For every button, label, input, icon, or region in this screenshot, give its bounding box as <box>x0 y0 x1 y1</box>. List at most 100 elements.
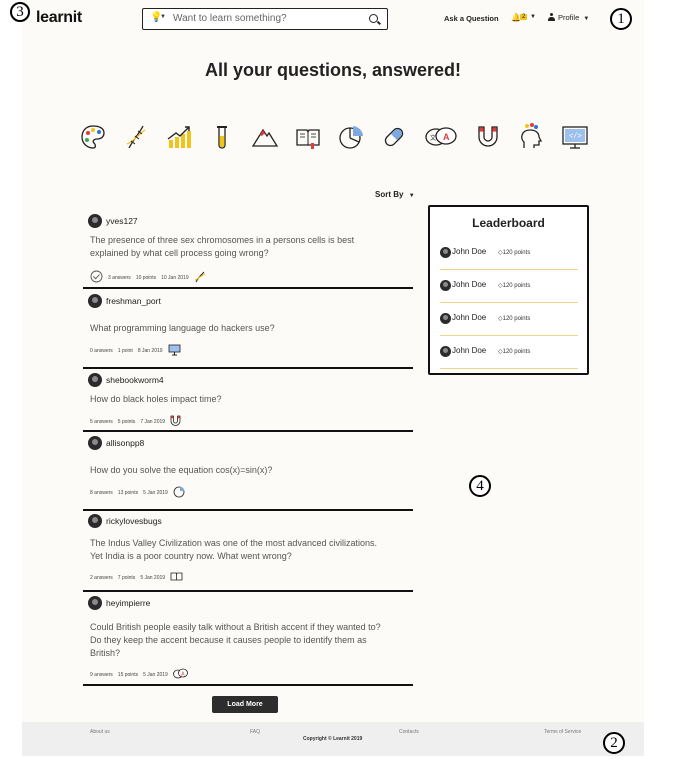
avatar[interactable] <box>88 373 102 387</box>
question-text[interactable]: What programming language do hackers use… <box>90 322 390 335</box>
question-points: 10 points <box>135 274 157 281</box>
language-bubbles-icon[interactable]: A <box>172 668 188 681</box>
leaderboard-panel: Leaderboard John Doe ◇120 points John Do… <box>428 205 589 375</box>
leaderboard-name: John Doe <box>452 346 487 355</box>
book-icon[interactable] <box>295 122 321 152</box>
chevron-down-icon[interactable]: ▼ <box>160 14 166 20</box>
question-text[interactable]: How do black holes impact time? <box>90 393 390 406</box>
computer-code-icon[interactable]: </> <box>561 122 589 152</box>
divider <box>83 509 413 511</box>
leaderboard-entry[interactable]: John Doe ◇120 points <box>440 342 578 375</box>
footer: About us FAQ Copyright © Learnit 2019 Co… <box>22 722 644 756</box>
answered-check-icon <box>90 270 103 285</box>
footer-about-link[interactable]: About us <box>90 729 110 735</box>
logo[interactable]: learnit <box>36 9 82 27</box>
question-username[interactable]: heyimpierre <box>106 598 150 608</box>
annotation-marker: 1 <box>610 8 632 30</box>
footer-faq-link[interactable]: FAQ <box>250 729 260 735</box>
leaderboard-name: John Doe <box>452 247 487 256</box>
footer-contacts-link[interactable]: Contacts <box>399 729 419 735</box>
question-username[interactable]: rickylovesbugs <box>106 516 162 526</box>
svg-text:文: 文 <box>430 134 436 142</box>
annotation-marker: 4 <box>469 475 491 497</box>
question-meta: 0 answers 1 point 8 Jan 2019 <box>90 344 186 358</box>
language-bubbles-icon[interactable]: A文 <box>424 122 458 152</box>
question-date: 10 Jan 2019 <box>161 274 189 281</box>
sort-dropdown[interactable]: Sort By ▼ <box>375 190 415 199</box>
question-text[interactable]: The Indus Valley Civilization was one of… <box>90 537 390 563</box>
palette-icon[interactable] <box>80 122 106 152</box>
question-date: 5 Jan 2019 <box>143 671 168 678</box>
search-icon[interactable] <box>369 14 378 23</box>
question-points: 13 points <box>117 490 139 497</box>
question-meta: 5 answers 5 points 7 Jan 2019 <box>90 415 186 429</box>
question-text[interactable]: The presence of three sex chromosomes in… <box>90 234 390 260</box>
question-username[interactable]: allisonpp8 <box>106 438 144 448</box>
question-points: 15 points <box>117 671 139 678</box>
chart-growth-icon[interactable] <box>166 122 192 152</box>
question-answers: 5 answers <box>90 419 113 426</box>
magnet-icon[interactable] <box>475 122 501 152</box>
leaderboard-points: ◇120 points <box>498 316 531 322</box>
question-username[interactable]: freshman_port <box>106 296 161 306</box>
profile-label: Profile <box>558 13 580 22</box>
question-answers: 9 answers <box>90 671 113 678</box>
magnet-icon[interactable] <box>170 415 181 429</box>
avatar <box>440 313 451 324</box>
pie-chart-icon[interactable] <box>173 486 185 500</box>
leaderboard-points: ◇120 points <box>498 250 531 256</box>
leaderboard-title: Leaderboard <box>472 216 545 230</box>
pill-icon[interactable] <box>381 122 407 152</box>
avatar[interactable] <box>88 436 102 450</box>
divider <box>83 367 413 369</box>
ask-question-link[interactable]: Ask a Question <box>444 14 499 23</box>
question-answers: 0 answers <box>90 348 113 355</box>
avatar[interactable] <box>88 514 102 528</box>
question-date: 7 Jan 2019 <box>140 419 166 426</box>
footer-terms-link[interactable]: Terms of Service <box>544 729 581 735</box>
divider <box>440 269 578 270</box>
sort-label: Sort By <box>375 190 404 199</box>
load-more-button[interactable]: Load More <box>212 696 278 713</box>
leaderboard-entry[interactable]: John Doe ◇120 points <box>440 309 578 342</box>
profile-menu[interactable]: Profile ▼ <box>548 13 589 22</box>
leaderboard-points: ◇120 points <box>498 283 531 289</box>
divider <box>83 590 413 592</box>
head-gears-icon[interactable] <box>518 122 544 152</box>
dna-icon[interactable] <box>123 122 149 152</box>
annotation-marker: 2 <box>603 732 625 754</box>
leaderboard-name: John Doe <box>452 313 487 322</box>
question-meta: 2 answers 7 points 5 Jan 2019 <box>90 571 188 584</box>
notification-badge[interactable]: 2 <box>520 14 528 20</box>
question-answers: 8 answers <box>90 490 113 497</box>
chevron-down-icon: ▼ <box>408 193 415 199</box>
question-text[interactable]: Could British people easily talk without… <box>90 621 390 660</box>
dna-icon[interactable] <box>194 271 206 285</box>
question-points: 1 point <box>117 348 133 355</box>
question-meta: 3 answers 10 points 10 Jan 2019 <box>90 270 211 285</box>
question-username[interactable]: yves127 <box>106 216 138 226</box>
avatar[interactable] <box>88 596 102 610</box>
mountain-icon[interactable] <box>251 122 279 152</box>
divider <box>83 684 413 686</box>
pie-chart-icon[interactable] <box>338 122 364 152</box>
chevron-down-icon[interactable]: ▼ <box>530 14 536 20</box>
computer-code-icon[interactable] <box>168 344 181 358</box>
leaderboard-entry[interactable]: John Doe ◇120 points <box>440 243 578 276</box>
avatar[interactable] <box>88 294 102 308</box>
book-icon[interactable] <box>170 571 183 584</box>
search-input[interactable]: Want to learn something? <box>173 13 287 24</box>
leaderboard-entry[interactable]: John Doe ◇120 points <box>440 276 578 309</box>
page-title: All your questions, answered! <box>204 60 462 80</box>
avatar <box>440 280 451 291</box>
question-username[interactable]: shebookworm4 <box>106 375 164 385</box>
test-tube-icon[interactable] <box>209 122 235 152</box>
avatar <box>440 346 451 357</box>
question-text[interactable]: How do you solve the equation cos(x)=sin… <box>90 464 390 477</box>
question-answers: 3 answers <box>108 274 131 281</box>
search-bar[interactable]: 💡 ▼ Want to learn something? <box>142 8 388 30</box>
divider <box>83 287 413 289</box>
avatar[interactable] <box>88 214 102 228</box>
divider <box>440 368 578 369</box>
question-date: 8 Jan 2019 <box>137 348 163 355</box>
